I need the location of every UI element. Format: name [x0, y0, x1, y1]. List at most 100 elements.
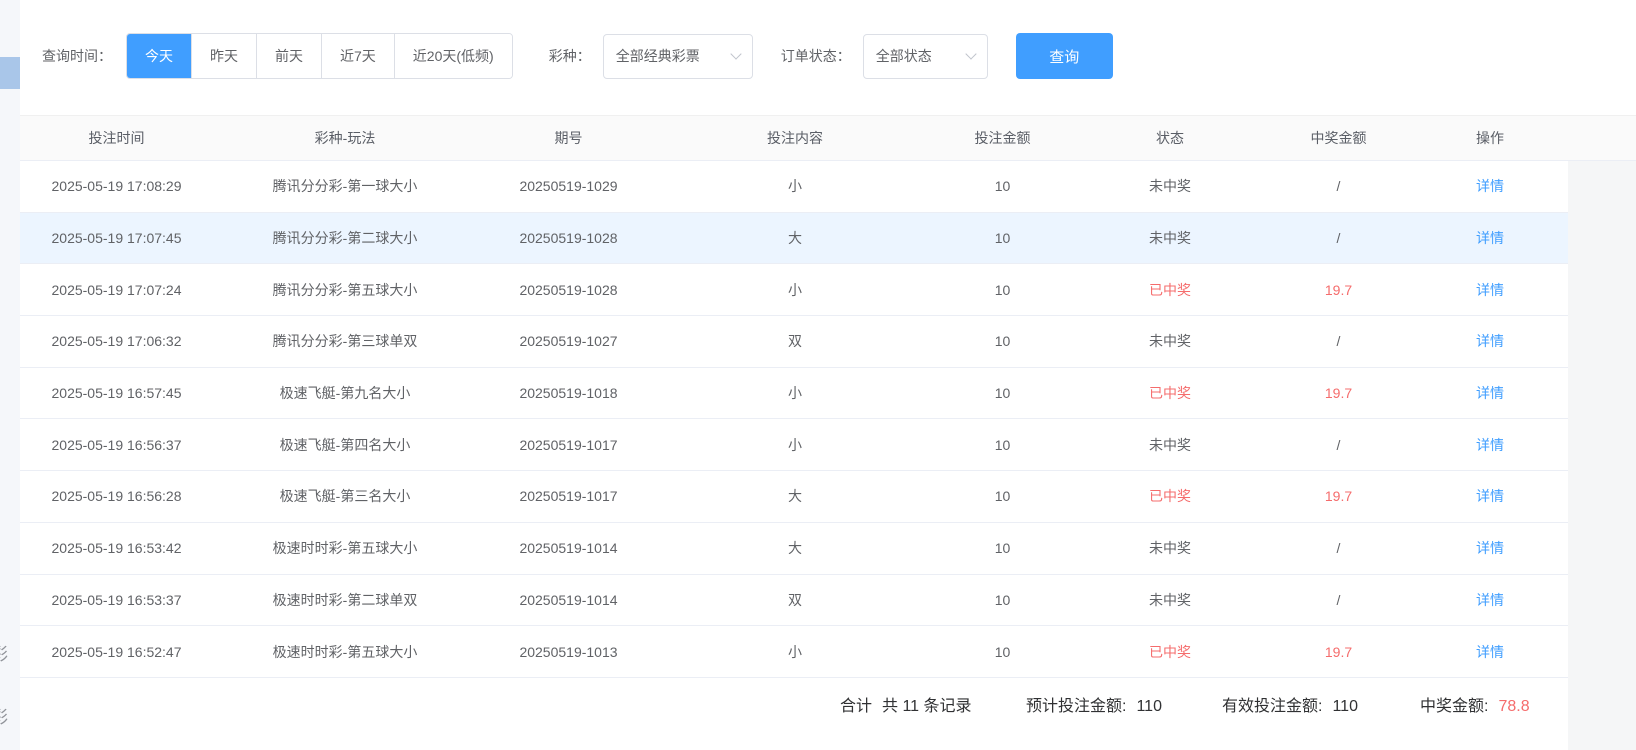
detail-link[interactable]: 详情 [1476, 644, 1504, 660]
prize-amount-cell: 19.7 [1265, 488, 1412, 504]
action-cell: 详情 [1412, 228, 1568, 248]
status-cell: 未中奖 [1075, 590, 1265, 610]
bet-content-cell: 小 [660, 642, 930, 662]
time-filter-button-3[interactable]: 近7天 [321, 34, 394, 78]
lottery-type-value: 全部经典彩票 [616, 46, 700, 66]
game-play-cell: 腾讯分分彩-第五球大小 [213, 280, 477, 300]
summary-total: 合计共 11 条记录 [840, 692, 972, 716]
table-row: 2025-05-19 17:06:32 腾讯分分彩-第三球单双 20250519… [20, 316, 1568, 368]
prize-amount-cell: / [1265, 333, 1412, 349]
bet-time-cell: 2025-05-19 17:07:24 [20, 282, 213, 298]
action-cell: 详情 [1412, 331, 1568, 351]
prize-amount-cell: 19.7 [1265, 644, 1412, 660]
table-row: 2025-05-19 16:56:37 极速飞艇-第四名大小 20250519-… [20, 419, 1568, 471]
table-header-row: 投注时间彩种-玩法期号投注内容投注金额状态中奖金额操作 [20, 115, 1636, 161]
action-cell: 详情 [1412, 486, 1568, 506]
bet-content-cell: 双 [660, 331, 930, 351]
bet-content-cell: 小 [660, 435, 930, 455]
column-header-2: 期号 [477, 128, 660, 148]
issue-number-cell: 20250519-1029 [477, 178, 660, 194]
bet-amount-cell: 10 [930, 333, 1075, 349]
issue-number-cell: 20250519-1014 [477, 540, 660, 556]
query-button[interactable]: 查询 [1016, 33, 1113, 79]
action-cell: 详情 [1412, 383, 1568, 403]
detail-link[interactable]: 详情 [1476, 178, 1504, 194]
time-filter-button-1[interactable]: 昨天 [191, 34, 256, 78]
summary-bar: 合计共 11 条记录 预计投注金额: 110 有效投注金额:110 中奖金额: 78… [0, 682, 1636, 726]
summary-expected-value: 110 [1136, 698, 1162, 715]
time-filter-button-2[interactable]: 前天 [256, 34, 321, 78]
issue-number-cell: 20250519-1028 [477, 282, 660, 298]
column-header-6: 中奖金额 [1265, 128, 1412, 148]
summary-expected-amount: 预计投注金额: 110 [1026, 692, 1162, 716]
column-header-5: 状态 [1075, 128, 1265, 148]
status-cell: 未中奖 [1075, 331, 1265, 351]
bet-amount-cell: 10 [930, 178, 1075, 194]
detail-link[interactable]: 详情 [1476, 333, 1504, 349]
issue-number-cell: 20250519-1027 [477, 333, 660, 349]
column-header-7: 操作 [1412, 128, 1568, 148]
summary-prize-value: 78.8 [1498, 698, 1529, 715]
status-cell: 未中奖 [1075, 228, 1265, 248]
action-cell: 详情 [1412, 435, 1568, 455]
table-row: 2025-05-19 16:56:28 极速飞艇-第三名大小 20250519-… [20, 471, 1568, 523]
action-cell: 详情 [1412, 176, 1568, 196]
order-status-select[interactable]: 全部状态 [863, 34, 988, 79]
summary-valid-value: 110 [1332, 698, 1358, 715]
bet-time-cell: 2025-05-19 16:56:28 [20, 488, 213, 504]
table-row: 2025-05-19 16:57:45 极速飞艇-第九名大小 20250519-… [20, 368, 1568, 420]
issue-number-cell: 20250519-1014 [477, 592, 660, 608]
bet-time-cell: 2025-05-19 16:57:45 [20, 385, 213, 401]
detail-link[interactable]: 详情 [1476, 282, 1504, 298]
prize-amount-cell: / [1265, 540, 1412, 556]
table-row: 2025-05-19 17:07:24 腾讯分分彩-第五球大小 20250519… [20, 264, 1568, 316]
detail-link[interactable]: 详情 [1476, 385, 1504, 401]
column-header-4: 投注金额 [930, 128, 1075, 148]
order-status-label: 订单状态： [781, 46, 851, 66]
issue-number-cell: 20250519-1018 [477, 385, 660, 401]
bet-amount-cell: 10 [930, 644, 1075, 660]
lottery-type-select[interactable]: 全部经典彩票 [603, 34, 753, 79]
game-play-cell: 极速时时彩-第二球单双 [213, 590, 477, 610]
prize-amount-cell: / [1265, 592, 1412, 608]
summary-valid-amount: 有效投注金额:110 [1222, 692, 1358, 716]
game-play-cell: 极速飞艇-第四名大小 [213, 435, 477, 455]
game-play-cell: 腾讯分分彩-第一球大小 [213, 176, 477, 196]
time-filter-button-0[interactable]: 今天 [127, 34, 191, 78]
bet-time-cell: 2025-05-19 17:07:45 [20, 230, 213, 246]
bet-amount-cell: 10 [930, 282, 1075, 298]
game-play-cell: 腾讯分分彩-第三球单双 [213, 331, 477, 351]
bet-amount-cell: 10 [930, 437, 1075, 453]
detail-link[interactable]: 详情 [1476, 488, 1504, 504]
game-play-cell: 极速飞艇-第九名大小 [213, 383, 477, 403]
detail-link[interactable]: 详情 [1476, 540, 1504, 556]
status-cell: 未中奖 [1075, 176, 1265, 196]
detail-link[interactable]: 详情 [1476, 230, 1504, 246]
bet-amount-cell: 10 [930, 230, 1075, 246]
issue-number-cell: 20250519-1017 [477, 488, 660, 504]
game-play-cell: 腾讯分分彩-第二球大小 [213, 228, 477, 248]
bet-amount-cell: 10 [930, 385, 1075, 401]
column-header-3: 投注内容 [660, 128, 930, 148]
action-cell: 详情 [1412, 280, 1568, 300]
status-cell: 未中奖 [1075, 435, 1265, 455]
detail-link[interactable]: 详情 [1476, 592, 1504, 608]
status-cell: 已中奖 [1075, 280, 1265, 300]
prize-amount-cell: 19.7 [1265, 282, 1412, 298]
time-filter-label: 查询时间： [42, 46, 112, 66]
bet-amount-cell: 10 [930, 488, 1075, 504]
summary-total-text: 共 11 条记录 [882, 698, 972, 715]
time-filter-button-4[interactable]: 近20天(低频) [394, 34, 512, 78]
summary-prize-label: 中奖金额: [1420, 698, 1488, 715]
prize-amount-cell: / [1265, 178, 1412, 194]
order-status-value: 全部状态 [876, 46, 932, 66]
bet-amount-cell: 10 [930, 592, 1075, 608]
summary-expected-label: 预计投注金额: [1026, 698, 1126, 715]
bet-content-cell: 双 [660, 590, 930, 610]
table-row: 2025-05-19 17:07:45 腾讯分分彩-第二球大小 20250519… [20, 213, 1568, 265]
column-header-1: 彩种-玩法 [213, 128, 477, 148]
detail-link[interactable]: 详情 [1476, 437, 1504, 453]
status-cell: 已中奖 [1075, 642, 1265, 662]
table-body: 2025-05-19 17:08:29 腾讯分分彩-第一球大小 20250519… [20, 161, 1568, 678]
status-cell: 已中奖 [1075, 486, 1265, 506]
